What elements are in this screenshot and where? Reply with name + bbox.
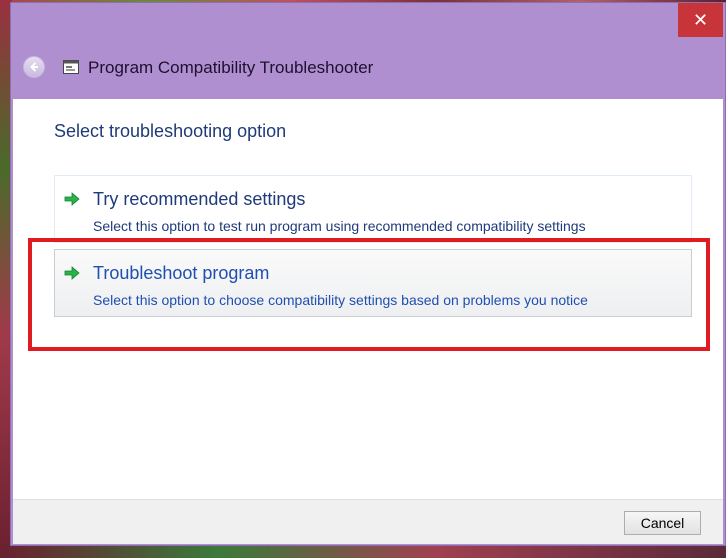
footer-bar: Cancel [13,499,723,544]
window-title: Program Compatibility Troubleshooter [88,58,374,77]
troubleshooter-app-icon [63,60,79,74]
green-arrow-icon [64,192,80,206]
page-heading: Select troubleshooting option [54,121,287,141]
option-title: Try recommended settings [93,189,306,209]
desktop-background-bottom [0,545,726,558]
back-button[interactable] [23,56,45,78]
cancel-button[interactable]: Cancel [624,511,701,535]
troubleshooter-window: ✕ Program Compatibility Troubleshooter S… [10,2,726,546]
back-arrow-icon [30,62,38,72]
red-highlight-box [28,238,710,351]
content-panel: Select troubleshooting option Try recomm… [13,99,723,499]
close-button[interactable]: ✕ [678,3,723,37]
option-try-recommended-settings[interactable]: Try recommended settings Select this opt… [54,175,692,243]
close-icon: ✕ [692,10,709,30]
option-description: Select this option to test run program u… [93,218,586,234]
